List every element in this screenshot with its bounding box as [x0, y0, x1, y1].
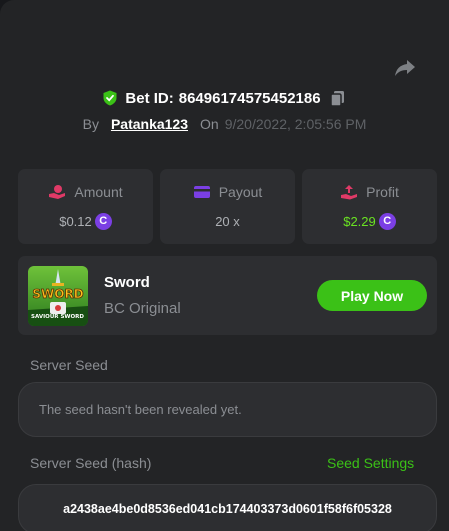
- server-seed-hash-value: a2438ae4be0d8536ed041cb174403373d0601f58…: [63, 502, 392, 516]
- game-name: Sword: [104, 274, 150, 291]
- bet-datetime: 9/20/2022, 2:05:56 PM: [224, 116, 367, 132]
- stat-payout: Payout 20 x: [160, 169, 295, 244]
- stat-profit-value: $2.29: [343, 213, 376, 229]
- bet-detail-panel: Bet ID: 86496174575452186 By Patanka123 …: [0, 0, 449, 531]
- stat-payout-value: 20 x: [215, 213, 240, 229]
- stat-payout-label: Payout: [218, 184, 263, 200]
- bet-meta-row: By Patanka123 On 9/20/2022, 2:05:56 PM: [0, 112, 449, 136]
- stat-amount: Amount $0.12 C: [18, 169, 153, 244]
- coin-icon: C: [378, 212, 396, 230]
- by-label: By: [82, 116, 99, 132]
- username-link[interactable]: Patanka123: [111, 116, 188, 132]
- bet-id-label: Bet ID:: [125, 89, 174, 107]
- server-seed-hash-field[interactable]: a2438ae4be0d8536ed041cb174403373d0601f58…: [18, 484, 437, 531]
- stat-amount-value: $0.12: [59, 213, 92, 229]
- share-icon[interactable]: [393, 56, 417, 80]
- play-now-button[interactable]: Play Now: [317, 280, 427, 311]
- coin-icon: C: [94, 212, 112, 230]
- copy-icon[interactable]: [329, 89, 347, 107]
- on-label: On: [200, 116, 219, 132]
- money-hand-icon: [48, 184, 66, 200]
- card-icon: [193, 184, 211, 200]
- stat-profit: Profit $2.29 C: [302, 169, 437, 244]
- bet-stats: Amount $0.12 C Payout 20 x Profit $2.29 …: [18, 169, 437, 244]
- thumb-title: SWORD: [32, 287, 83, 301]
- server-seed-field[interactable]: The seed hasn't been revealed yet.: [18, 382, 437, 437]
- thumb-caption: SAVIOUR SWORD: [31, 314, 84, 320]
- shield-check-icon: [102, 90, 118, 106]
- stat-amount-label: Amount: [74, 184, 123, 200]
- server-seed-value: The seed hasn't been revealed yet.: [39, 402, 242, 417]
- bet-id-value: 86496174575452186: [178, 89, 321, 107]
- game-card: SWORD SAVIOUR SWORD Sword BC Original Pl…: [18, 256, 437, 335]
- stat-profit-label: Profit: [366, 184, 399, 200]
- server-seed-hash-label: Server Seed (hash): [30, 455, 152, 471]
- profit-hand-icon: [340, 184, 358, 200]
- seed-settings-link[interactable]: Seed Settings: [327, 455, 414, 471]
- game-provider: BC Original: [104, 300, 181, 317]
- server-seed-label: Server Seed: [30, 357, 108, 373]
- bet-id-row: Bet ID: 86496174575452186: [0, 86, 449, 110]
- game-thumbnail[interactable]: SWORD SAVIOUR SWORD: [28, 266, 88, 326]
